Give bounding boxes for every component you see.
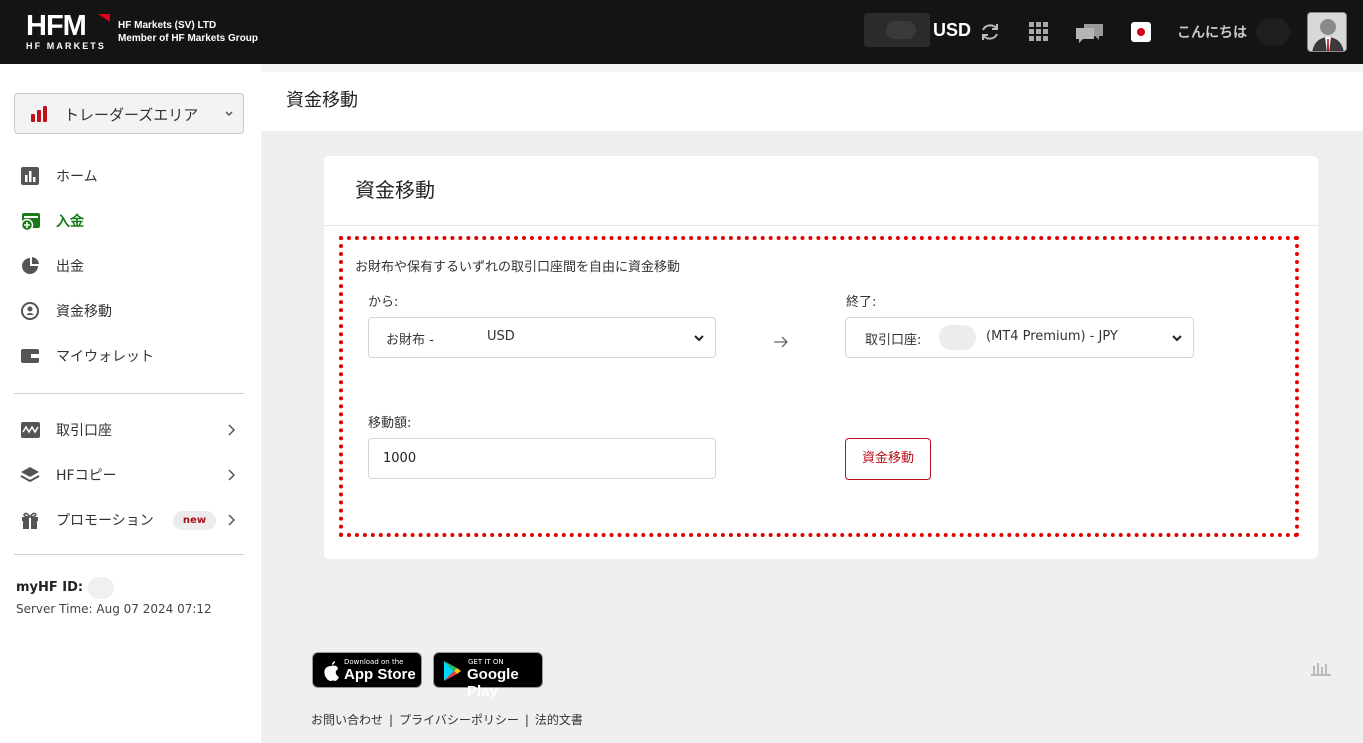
app-store-small-text: Download on the bbox=[344, 658, 404, 666]
page-header: 資金移動 bbox=[261, 72, 1363, 131]
greeting-text: こんにちは bbox=[1177, 25, 1247, 41]
company-line-1: HF Markets (SV) LTD bbox=[118, 20, 217, 31]
balance-redacted bbox=[864, 13, 930, 47]
sidebar-item-transfer[interactable]: 資金移動 bbox=[0, 291, 261, 331]
from-value-prefix: お財布 - bbox=[386, 333, 434, 348]
chevron-down-icon bbox=[225, 111, 233, 117]
avatar-person-icon bbox=[1308, 13, 1346, 51]
sidebar-item-label: 取引口座 bbox=[56, 423, 112, 439]
page-title: 資金移動 bbox=[286, 90, 358, 111]
sidebar-item-withdraw[interactable]: 出金 bbox=[0, 246, 261, 286]
google-play-badge[interactable]: GET IT ON Google Play bbox=[433, 652, 543, 700]
app-store-big-text: App Store bbox=[344, 666, 416, 683]
arrow-right-icon bbox=[774, 336, 788, 348]
sidebar-item-trading-accounts[interactable]: 取引口座 bbox=[0, 410, 261, 450]
transfer-card: 資金移動 お財布や保有するいずれの取引口座間を自由に資金移動 から: お財布 -… bbox=[324, 156, 1318, 559]
sidebar-item-label: マイウォレット bbox=[56, 349, 154, 365]
card-title: 資金移動 bbox=[355, 178, 435, 202]
company-line-2: Member of HF Markets Group bbox=[118, 33, 259, 44]
google-play-icon bbox=[444, 661, 461, 681]
avatar[interactable] bbox=[1307, 12, 1347, 52]
to-value-suffix: (MT4 Premium) - JPY bbox=[986, 329, 1118, 344]
amount-label: 移動額: bbox=[368, 416, 412, 431]
sidebar-item-label: 出金 bbox=[56, 259, 84, 275]
google-play-big-text: Google Play bbox=[467, 666, 519, 700]
gift-icon bbox=[22, 512, 38, 529]
bar-chart-icon bbox=[31, 106, 47, 122]
card-divider bbox=[324, 225, 1318, 226]
chevron-right-icon bbox=[228, 424, 236, 436]
myhf-id-redacted bbox=[88, 577, 114, 599]
traders-area-dropdown[interactable]: トレーダーズエリア bbox=[14, 93, 244, 134]
apps-grid-icon[interactable] bbox=[1029, 22, 1048, 41]
sidebar-item-label: 入金 bbox=[56, 214, 84, 230]
footer-links: お問い合わせ | プライバシーポリシー | 法的文書 bbox=[311, 711, 583, 728]
sidebar-item-label: ホーム bbox=[56, 169, 98, 185]
traders-area-label: トレーダーズエリア bbox=[64, 106, 199, 124]
chevron-down-icon bbox=[1172, 335, 1182, 342]
footer-link-privacy[interactable]: プライバシーポリシー bbox=[399, 711, 519, 728]
sidebar-item-label: プロモーション bbox=[56, 513, 154, 529]
logo-red-mark-icon bbox=[98, 14, 110, 22]
trading-account-icon bbox=[21, 422, 40, 438]
deposit-icon bbox=[20, 213, 40, 231]
japan-flag-icon[interactable] bbox=[1131, 22, 1151, 42]
sidebar-item-home[interactable]: ホーム bbox=[0, 156, 261, 196]
myhf-id-label: myHF ID: bbox=[16, 580, 84, 595]
from-label: から: bbox=[368, 295, 399, 310]
server-time: Server Time: Aug 07 2024 07:12 bbox=[16, 602, 212, 616]
highlight-box bbox=[339, 236, 1299, 537]
logo-subtext: HF MARKETS bbox=[26, 41, 106, 51]
top-bar: HFM HF MARKETS HF Markets (SV) LTD Membe… bbox=[0, 0, 1363, 64]
apple-icon bbox=[324, 661, 339, 681]
footer-separator: | bbox=[389, 713, 394, 727]
sidebar-item-deposit[interactable]: 入金 bbox=[0, 201, 261, 241]
from-account-select[interactable]: お財布 - USD bbox=[368, 317, 716, 358]
chevron-down-icon bbox=[694, 335, 704, 342]
footer-separator: | bbox=[524, 713, 529, 727]
transfer-submit-button[interactable]: 資金移動 bbox=[845, 438, 931, 480]
refresh-icon[interactable] bbox=[979, 21, 1001, 43]
footer-link-legal[interactable]: 法的文書 bbox=[535, 711, 583, 728]
logo-text: HFM bbox=[26, 10, 87, 42]
new-badge: new bbox=[173, 511, 216, 530]
currency-label: USD bbox=[933, 20, 972, 40]
chevron-right-icon bbox=[228, 514, 236, 526]
chart-icon bbox=[21, 167, 39, 185]
layers-icon bbox=[20, 467, 40, 483]
sidebar-item-label: 資金移動 bbox=[56, 304, 112, 320]
transfer-description: お財布や保有するいずれの取引口座間を自由に資金移動 bbox=[355, 260, 681, 275]
to-value-prefix: 取引口座: bbox=[865, 333, 922, 348]
footer-link-contact[interactable]: お問い合わせ bbox=[311, 711, 383, 728]
transfer-icon bbox=[21, 302, 39, 320]
sidebar-item-label: HFコピー bbox=[56, 468, 117, 484]
to-account-select[interactable]: 取引口座: (MT4 Premium) - JPY bbox=[845, 317, 1194, 358]
username-redacted bbox=[1256, 18, 1290, 46]
sidebar-divider bbox=[14, 393, 244, 394]
sidebar: トレーダーズエリア ホーム 入金 出金 資金移動 マイウォレット 取引口座 HF… bbox=[0, 64, 261, 743]
google-play-small-text: GET IT ON bbox=[468, 658, 504, 666]
withdraw-icon bbox=[22, 257, 39, 274]
app-store-badge[interactable]: Download on the App Store bbox=[312, 652, 422, 688]
account-number-redacted bbox=[939, 325, 976, 350]
stats-icon[interactable] bbox=[1311, 660, 1331, 676]
chat-icon[interactable] bbox=[1075, 21, 1104, 44]
hfm-logo[interactable]: HFM HF MARKETS bbox=[26, 12, 110, 52]
sidebar-divider bbox=[14, 554, 244, 555]
to-label: 終了: bbox=[846, 295, 877, 310]
header-strip bbox=[261, 64, 1363, 72]
amount-input[interactable] bbox=[368, 438, 716, 479]
company-info: HF Markets (SV) LTD Member of HF Markets… bbox=[118, 19, 258, 45]
sidebar-item-wallet[interactable]: マイウォレット bbox=[0, 336, 261, 376]
sidebar-item-promotions[interactable]: プロモーション new bbox=[0, 500, 261, 540]
wallet-icon bbox=[21, 349, 39, 363]
chevron-right-icon bbox=[228, 469, 236, 481]
sidebar-item-hfcopy[interactable]: HFコピー bbox=[0, 455, 261, 495]
from-value-currency: USD bbox=[487, 329, 515, 344]
